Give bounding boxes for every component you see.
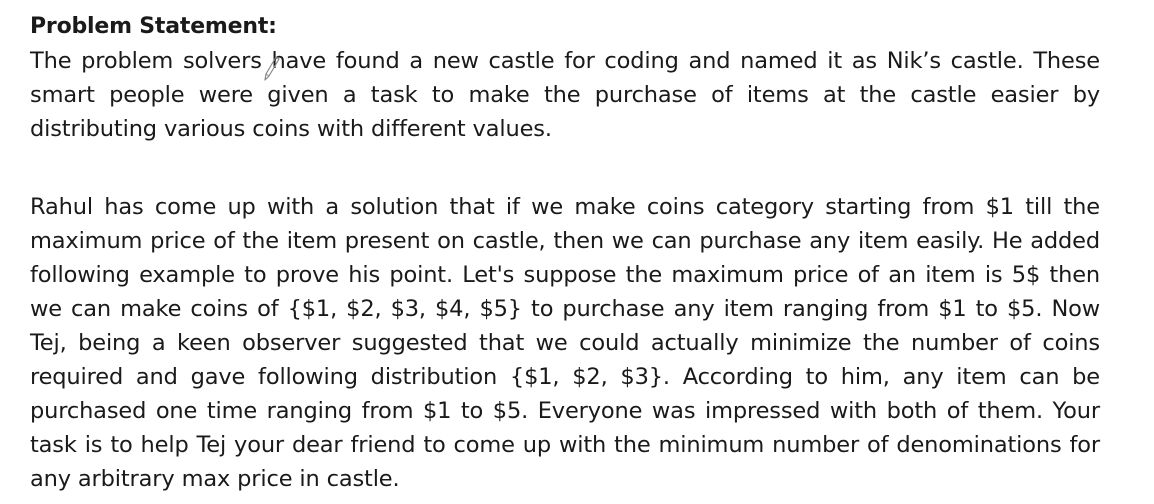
pen-cursor-icon	[264, 56, 280, 81]
problem-statement-heading: Problem Statement:	[30, 14, 277, 39]
paragraph-details: Rahul has come up with a solution that i…	[30, 194, 1100, 492]
paragraph-intro: The problem solvers have found a new cas…	[30, 48, 1100, 142]
document-body: Problem Statement: The problem solvers h…	[30, 10, 1100, 496]
